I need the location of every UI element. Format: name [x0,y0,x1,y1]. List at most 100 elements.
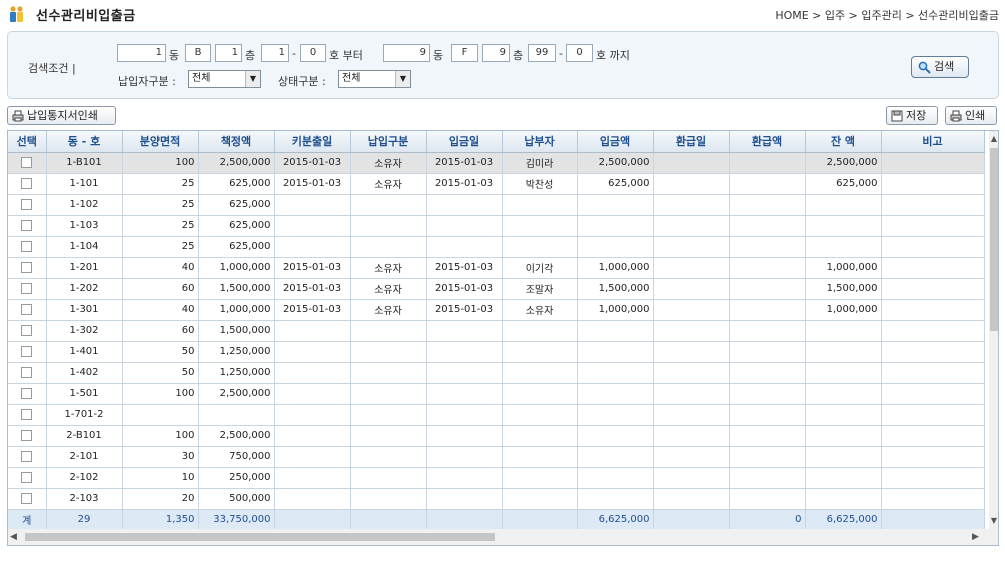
balance-cell [805,404,882,426]
row-checkbox[interactable] [21,429,33,441]
deposit-date-cell [426,425,503,447]
amount-cell: 625,000 [198,194,275,216]
table-row[interactable]: 2-101 30 750,000 [8,446,985,468]
payer-cell: 김미라 [502,152,578,174]
refund-date-cell [653,215,730,237]
to-ho-sub-input[interactable]: 0 [566,44,593,62]
row-checkbox[interactable] [21,366,33,378]
select-cell [8,257,47,279]
table-row[interactable]: 2-103 20 500,000 [8,488,985,510]
table-row[interactable]: 2-102 10 250,000 [8,467,985,489]
balance-cell [805,236,882,258]
row-checkbox[interactable] [21,219,33,231]
area-cell: 40 [122,257,199,279]
table-row[interactable]: 1-201 40 1,000,000 2015-01-03 소유자 2015-01-03 이… [8,257,985,279]
dash-label: - [292,47,296,60]
row-checkbox[interactable] [21,177,33,189]
row-checkbox[interactable] [21,408,33,420]
status-type-select[interactable]: 전체 ▼ [338,70,411,88]
key-date-cell [274,320,351,342]
note-cell [881,425,985,447]
table-row[interactable]: 1-302 60 1,500,000 [8,320,985,342]
table-row[interactable]: 1-301 40 1,000,000 2015-01-03 소유자 2015-01-03 소… [8,299,985,321]
save-button[interactable]: 저장 [886,106,938,125]
table-row[interactable]: 1-501 100 2,500,000 [8,383,985,405]
row-checkbox[interactable] [21,261,33,273]
table-row[interactable]: 1-402 50 1,250,000 [8,362,985,384]
table-row[interactable]: 1-102 25 625,000 [8,194,985,216]
row-checkbox[interactable] [21,345,33,357]
column-header: 환급일 [653,131,730,153]
from-dong-code-input[interactable]: B [185,44,211,62]
row-checkbox[interactable] [21,156,33,168]
row-checkbox[interactable] [21,387,33,399]
to-ho-input[interactable]: 99 [528,44,556,62]
scroll-left-arrow-icon[interactable]: ◀ [10,529,22,545]
note-cell [881,194,985,216]
from-floor-input[interactable]: 1 [215,44,242,62]
from-ho-sub-input[interactable]: 0 [300,44,326,62]
column-header: 분양면적 [122,131,199,153]
payment-type-cell [350,446,427,468]
chevron-down-icon: ▼ [395,71,410,87]
refund-date-cell [653,236,730,258]
dong-label: 동 [433,49,444,62]
select-cell [8,194,47,216]
vertical-scrollbar[interactable]: ▲ ▼ [989,131,998,529]
area-cell: 60 [122,278,199,300]
from-ho-input[interactable]: 1 [261,44,289,62]
to-dong-input[interactable]: 9 [383,44,430,62]
horizontal-scroll-thumb[interactable] [25,533,495,541]
from-dong-input[interactable]: 1 [117,44,166,62]
row-checkbox[interactable] [21,303,33,315]
horizontal-scrollbar[interactable]: ◀ ▶ [8,529,998,545]
area-cell: 30 [122,446,199,468]
balance-cell: 1,000,000 [805,299,882,321]
row-checkbox[interactable] [21,198,33,210]
deposit-cell [577,383,654,405]
scroll-up-arrow-icon[interactable]: ▲ [989,131,998,147]
payer-cell [502,467,578,489]
balance-cell [805,425,882,447]
summary-balance: 6,625,000 [805,509,882,530]
to-floor-input[interactable]: 9 [482,44,510,62]
table-row[interactable]: 1-103 25 625,000 [8,215,985,237]
print-button[interactable]: 인쇄 [945,106,997,125]
table-row[interactable]: 1-B101 100 2,500,000 2015-01-03 소유자 2015-01-0… [8,152,985,174]
row-checkbox[interactable] [21,471,33,483]
area-cell: 25 [122,173,199,195]
table-row[interactable]: 1-101 25 625,000 2015-01-03 소유자 2015-01-03 박찬성… [8,173,985,195]
table-row[interactable]: 2-B101 100 2,500,000 [8,425,985,447]
key-date-cell [274,383,351,405]
scroll-down-arrow-icon[interactable]: ▼ [989,513,998,529]
select-cell [8,215,47,237]
table-row[interactable]: 1-401 50 1,250,000 [8,341,985,363]
table-row[interactable]: 1-104 25 625,000 [8,236,985,258]
summary-empty [274,509,351,530]
table-row[interactable]: 1-202 60 1,500,000 2015-01-03 소유자 2015-01-03 조… [8,278,985,300]
deposit-cell [577,425,654,447]
amount-cell: 2,500,000 [198,425,275,447]
unit-cell: 1-401 [46,341,123,363]
table-row[interactable]: 1-701-2 [8,404,985,426]
search-button-label: 검색 [934,60,955,73]
row-checkbox[interactable] [21,492,33,504]
row-checkbox[interactable] [21,282,33,294]
key-date-cell [274,236,351,258]
print-notice-button[interactable]: 납입통지서인쇄 [7,106,116,125]
row-checkbox[interactable] [21,450,33,462]
unit-cell: 1-B101 [46,152,123,174]
summary-empty [502,509,578,530]
payer-cell [502,425,578,447]
vertical-scroll-thumb[interactable] [990,148,998,331]
to-dong-code-input[interactable]: F [451,44,478,62]
amount-cell: 1,250,000 [198,362,275,384]
row-checkbox[interactable] [21,324,33,336]
refund-date-cell [653,152,730,174]
scroll-right-arrow-icon[interactable]: ▶ [972,529,984,545]
search-button[interactable]: 검색 [911,56,969,78]
payer-type-select[interactable]: 전체 ▼ [188,70,261,88]
select-cell [8,488,47,510]
row-checkbox[interactable] [21,240,33,252]
select-cell [8,425,47,447]
